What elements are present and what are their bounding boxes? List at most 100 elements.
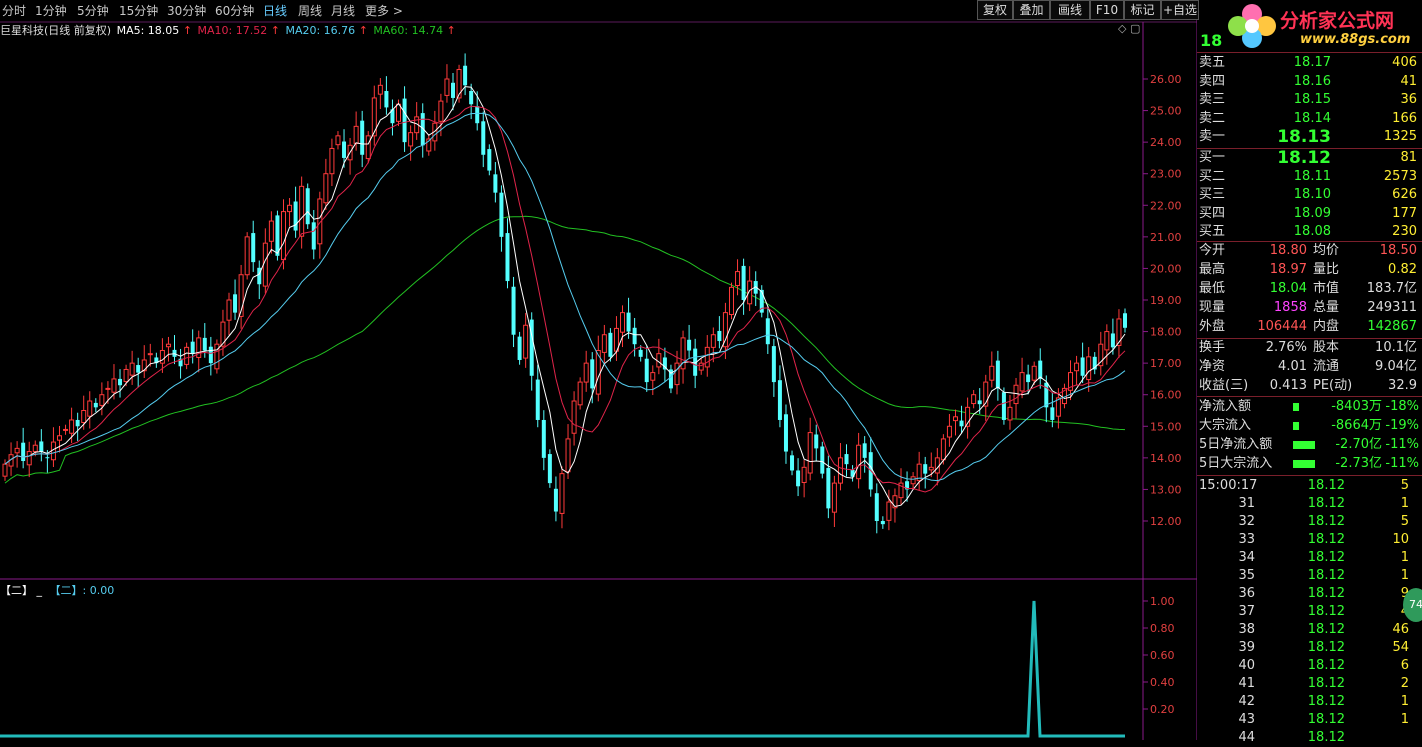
ask-label: 卖三 [1199, 92, 1226, 107]
floating-badge[interactable]: 74 [1403, 588, 1422, 622]
fundamental-label: 净资 [1199, 359, 1226, 374]
candle-body [710, 334, 716, 348]
candle-body [475, 106, 480, 124]
price-tick-label: 13.00 [1150, 483, 1182, 496]
tick-volume: 54 [1392, 640, 1409, 655]
bid-label: 买一 [1199, 150, 1226, 165]
tab-period[interactable]: 15分钟 [119, 2, 158, 19]
candle-body [1080, 357, 1085, 376]
bid-price: 18.08 [1293, 224, 1331, 239]
kline-chart[interactable]: 26.00 25.00 24.00 23.00 22.00 21.00 20.00 19.00… [0, 0, 1197, 740]
tick-time: 15:00:17 [1199, 478, 1258, 493]
toolbar-button[interactable]: 复权 [977, 0, 1013, 20]
toolbar-button[interactable]: 标记 [1124, 0, 1161, 20]
candle-body [505, 233, 510, 282]
ma5-line [4, 86, 1126, 508]
candle-body [626, 312, 631, 332]
ask-volume: 166 [1392, 110, 1417, 126]
candle-body [940, 438, 946, 461]
toolbar-button[interactable]: 叠加 [1013, 0, 1050, 20]
ma-lines [4, 86, 1126, 508]
tab-period[interactable]: 分时 [2, 2, 26, 19]
stat-label: 今开 [1199, 243, 1226, 258]
ask-volume: 1325 [1383, 129, 1417, 144]
tick-row: 35 18.12 1 [1197, 567, 1422, 585]
tab-period[interactable]: 60分钟 [215, 2, 254, 19]
candle-body [1086, 356, 1092, 381]
tick-row: 43 18.12 1 [1197, 711, 1422, 729]
candle-body [523, 324, 529, 359]
tab-period[interactable]: 月线 [331, 2, 355, 19]
ma20-line [4, 112, 1126, 482]
stat-label: 外盘 [1199, 319, 1226, 334]
flow-label: 5日净流入额 [1199, 437, 1273, 452]
indicator-tick-label: 1.00 [1150, 595, 1175, 608]
tab-period[interactable]: 周线 [298, 2, 322, 19]
toolbar-button[interactable]: +自选 [1161, 0, 1199, 20]
tick-price: 18.12 [1307, 514, 1345, 529]
stat-label: 内盘 [1313, 319, 1340, 334]
stat-label: 均价 [1313, 243, 1340, 258]
fundamental-value: 4.01 [1278, 359, 1307, 374]
tick-time: 41 [1238, 676, 1255, 691]
ask-price: 18.15 [1293, 92, 1331, 107]
candle-body [1074, 362, 1080, 372]
bid-volume: 230 [1392, 224, 1417, 239]
tick-time: 43 [1238, 712, 1255, 727]
candle-body [541, 419, 546, 458]
candle-body [831, 482, 837, 513]
candle-body [923, 464, 928, 474]
tick-price: 18.12 [1307, 676, 1345, 691]
tab-period[interactable]: 5分钟 [77, 2, 109, 19]
candle-body [880, 521, 885, 525]
divider [1197, 52, 1422, 53]
candle-body [632, 327, 637, 345]
candle-body [583, 362, 589, 383]
candle-body [1038, 360, 1043, 379]
tick-price: 18.12 [1307, 550, 1345, 565]
candle-body [360, 120, 365, 155]
indicator-tick-label: 0.60 [1150, 649, 1175, 662]
tab-period[interactable]: 1分钟 [35, 2, 67, 19]
candle-body [493, 174, 498, 193]
candle-body [81, 410, 87, 423]
tab-period[interactable]: 更多 > [365, 2, 403, 19]
tick-price: 18.12 [1307, 694, 1345, 709]
flow-row: 大宗流入 -8664万 -19% [1197, 417, 1422, 435]
fundamental-value: 2.76% [1265, 340, 1307, 355]
ask-label: 卖五 [1199, 55, 1226, 70]
candle-body [56, 435, 62, 441]
divider [1197, 396, 1422, 397]
candle-body [650, 372, 656, 381]
toolbar-button[interactable]: 画线 [1050, 0, 1090, 20]
candle-body [601, 334, 607, 353]
candle-body [463, 65, 468, 86]
candle-body [251, 233, 256, 263]
candle-body [790, 455, 795, 471]
chart-title: 巨星科技(日线 前复权) MA5: 18.05 ↑ MA10: 17.52 ↑ … [0, 22, 456, 38]
candle-body [862, 443, 867, 458]
ma20-label: MA20: 16.76 [285, 24, 356, 37]
tick-time: 34 [1238, 550, 1255, 565]
ask-price: 18.14 [1293, 110, 1331, 126]
indicator-tick-label: 0.40 [1150, 676, 1175, 689]
candle-body [280, 211, 286, 261]
tab-period[interactable]: 30分钟 [167, 2, 206, 19]
flow-value: -2.70亿 [1335, 437, 1382, 452]
bid-label: 买二 [1199, 168, 1226, 184]
stat-value: 18.97 [1269, 262, 1307, 277]
candle-body [728, 286, 734, 316]
ask-row: 卖四 18.16 41 [1197, 73, 1422, 91]
bid-row: 买三 18.10 626 [1197, 186, 1422, 204]
candle-body [208, 346, 213, 364]
candle-body [1013, 384, 1019, 405]
stat-value: 0.82 [1388, 262, 1417, 277]
toolbar-button[interactable]: F10 [1090, 0, 1124, 20]
flow-bar [1293, 422, 1299, 430]
tick-volume: 1 [1400, 568, 1409, 583]
candle-body [190, 341, 195, 354]
ask-volume: 41 [1400, 73, 1417, 89]
tick-row: 42 18.12 1 [1197, 693, 1422, 711]
window-controls[interactable]: ◇ ▢ [1118, 22, 1140, 35]
tab-period[interactable]: 日线 [263, 2, 287, 19]
